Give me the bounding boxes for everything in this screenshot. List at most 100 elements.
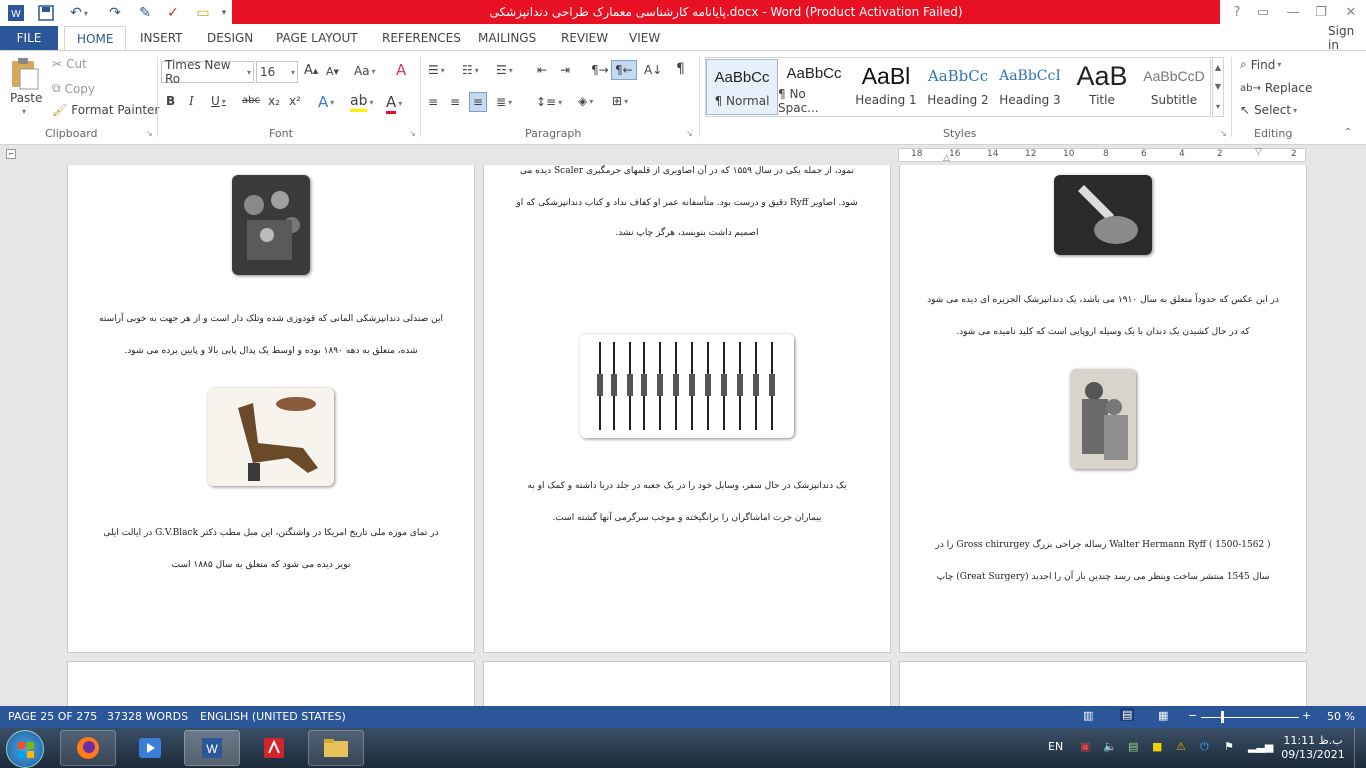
style-heading-3[interactable]: AaBbCcI Heading 3 xyxy=(994,59,1066,115)
paste-button[interactable]: Paste xyxy=(10,91,42,105)
replace-button[interactable]: ab→ Replace xyxy=(1240,81,1312,95)
style-normal[interactable]: AaBbCc ¶ Normal xyxy=(706,59,778,115)
paragraph-launcher-icon[interactable]: ↘ xyxy=(686,129,693,138)
zoom-level[interactable]: 50 % xyxy=(1327,710,1355,723)
flag-icon[interactable]: ⚑ xyxy=(1224,740,1234,753)
media-player-taskbar-button[interactable] xyxy=(122,730,178,766)
line-spacing-icon[interactable]: ↕≡ ▾ xyxy=(536,95,562,109)
tray-yellow-app-icon[interactable]: ■ xyxy=(1152,740,1162,753)
numbering-icon[interactable]: ☷ ▾ xyxy=(462,63,479,77)
edit-document-icon[interactable]: ✎ xyxy=(134,3,156,23)
collapse-ribbon-icon[interactable]: ⌃ xyxy=(1344,127,1352,138)
horizontal-ruler[interactable]: 18 16 14 12 10 8 6 4 2 2 △ ▽ xyxy=(898,147,1306,163)
web-layout-icon[interactable]: ▦ xyxy=(1158,709,1168,722)
style-title[interactable]: AaB Title xyxy=(1066,59,1138,115)
align-left-icon[interactable]: ≡ xyxy=(428,95,438,109)
word-count[interactable]: 37328 WORDS xyxy=(107,710,188,723)
minimize-button[interactable]: — xyxy=(1282,3,1304,21)
acrobat-taskbar-button[interactable] xyxy=(246,730,302,766)
align-center-icon[interactable]: ≡ xyxy=(450,95,460,109)
start-button[interactable] xyxy=(6,730,44,768)
spelling-check-icon[interactable]: ✓ xyxy=(162,3,184,23)
warning-icon[interactable]: ⚠ xyxy=(1176,740,1186,753)
page-next-right[interactable] xyxy=(899,661,1307,706)
tray-network-app-icon[interactable]: ▤ xyxy=(1128,740,1138,753)
multilevel-list-icon[interactable]: ☲ ▾ xyxy=(496,63,513,77)
cut-button[interactable]: ✂ Cut xyxy=(52,57,87,71)
select-button[interactable]: ↖ Select ▾ xyxy=(1240,103,1297,117)
copy-button[interactable]: ⧉ Copy xyxy=(52,81,95,96)
tray-app-icon[interactable]: ▣ xyxy=(1080,740,1090,753)
styles-scroll[interactable]: ▲ ▼ ▾ xyxy=(1212,57,1224,117)
paste-icon[interactable] xyxy=(8,57,42,91)
ribbon-display-options-icon[interactable]: ▭ xyxy=(1252,3,1274,21)
tab-selector-icon[interactable]: ⌐ xyxy=(6,149,16,159)
find-button[interactable]: ⌕ Find ▾ xyxy=(1240,57,1281,72)
explorer-taskbar-button[interactable] xyxy=(308,730,364,766)
change-case-button[interactable]: Aa ▾ xyxy=(354,64,376,78)
clear-formatting-icon[interactable]: A xyxy=(396,61,406,79)
bold-button[interactable]: B xyxy=(166,94,175,108)
tab-mailings[interactable]: MAILINGS xyxy=(478,26,536,50)
decrease-indent-icon[interactable]: ⇤ xyxy=(537,63,547,77)
help-button[interactable]: ? xyxy=(1226,3,1248,21)
tab-page-layout[interactable]: PAGE LAYOUT xyxy=(276,26,358,50)
right-indent-marker-icon[interactable]: ▽ xyxy=(1255,147,1262,157)
zoom-out-button[interactable]: − xyxy=(1188,709,1197,722)
input-language[interactable]: EN xyxy=(1048,740,1063,753)
shading-icon[interactable]: ◈ ▾ xyxy=(578,94,593,108)
styles-launcher-icon[interactable]: ↘ xyxy=(1220,129,1227,138)
style-no-spacing[interactable]: AaBbCc ¶ No Spac... xyxy=(778,59,850,116)
page-count[interactable]: PAGE 25 OF 275 xyxy=(8,710,97,723)
style-heading-2[interactable]: AaBbCc Heading 2 xyxy=(922,59,994,115)
language-indicator[interactable]: ENGLISH (UNITED STATES) xyxy=(200,710,346,723)
subscript-button[interactable]: x₂ xyxy=(268,94,280,108)
network-signal-icon[interactable]: ▂▃▅ xyxy=(1248,740,1273,753)
sign-in-link[interactable]: Sign in xyxy=(1328,24,1366,52)
page-next-middle[interactable] xyxy=(483,661,891,706)
text-effects-icon[interactable]: A ▾ xyxy=(318,93,334,111)
restore-button[interactable]: ❐ xyxy=(1310,3,1332,21)
show-desktop-button[interactable] xyxy=(1354,728,1366,768)
tab-file[interactable]: FILE xyxy=(0,26,58,50)
clock[interactable]: 11:11 ب.ظ 09/13/2021 xyxy=(1278,734,1348,762)
strikethrough-button[interactable]: abc xyxy=(242,95,260,106)
borders-icon[interactable]: ⊞ ▾ xyxy=(612,94,628,108)
style-subtitle[interactable]: AaBbCcD Subtitle xyxy=(1138,59,1210,115)
show-formatting-marks-icon[interactable]: ¶ xyxy=(676,61,685,77)
page-middle[interactable]: نمود، از جمله یکی در سال ۱۵۵۹ که در آن ا… xyxy=(483,165,891,653)
clipboard-launcher-icon[interactable]: ↘ xyxy=(146,129,153,138)
increase-indent-icon[interactable]: ⇥ xyxy=(560,63,570,77)
save-icon[interactable] xyxy=(36,3,56,23)
font-name-combo[interactable]: Times New Ro ▾ xyxy=(161,58,254,86)
grow-font-icon[interactable]: A ▲ xyxy=(304,63,318,78)
power-icon[interactable]: ⏻ xyxy=(1200,740,1209,754)
shrink-font-icon[interactable]: A ▼ xyxy=(326,65,339,78)
underline-button[interactable]: U ▾ xyxy=(211,94,226,108)
page-left[interactable]: این صندلی دندانپزشکی المانی که قودوزی شد… xyxy=(67,165,475,653)
bullets-icon[interactable]: ☰ ▾ xyxy=(428,63,445,77)
align-right-icon[interactable]: ≡ xyxy=(469,92,488,112)
page-right[interactable]: در این عکس که حدوداً متعلق به سال ۱۹۱۰ م… xyxy=(899,165,1307,653)
rtl-direction-icon[interactable]: ¶← xyxy=(611,60,637,80)
tab-references[interactable]: REFERENCES xyxy=(382,26,461,50)
close-button[interactable]: ✕ xyxy=(1340,3,1362,21)
superscript-button[interactable]: x² xyxy=(289,94,301,108)
page-next-left[interactable] xyxy=(67,661,475,706)
format-painter-button[interactable]: 🖌 Format Painter xyxy=(52,103,159,117)
zoom-slider[interactable] xyxy=(1201,717,1299,718)
font-launcher-icon[interactable]: ↘ xyxy=(409,129,416,138)
paste-dropdown-icon[interactable]: ▾ xyxy=(22,107,26,116)
redo-icon[interactable]: ↷ xyxy=(104,3,126,23)
font-color-icon[interactable]: A ▾ xyxy=(386,93,402,114)
read-mode-icon[interactable]: ▥ xyxy=(1083,709,1093,722)
tab-review[interactable]: REVIEW xyxy=(561,26,608,50)
ltr-direction-icon[interactable]: ¶→ xyxy=(591,63,609,77)
firefox-taskbar-button[interactable] xyxy=(60,730,116,766)
undo-icon[interactable]: ↶ ▾ xyxy=(64,3,94,23)
open-folder-icon[interactable]: ▭ xyxy=(192,3,214,23)
zoom-slider-thumb[interactable] xyxy=(1221,711,1224,723)
style-heading-1[interactable]: AaBl Heading 1 xyxy=(850,59,922,115)
volume-icon[interactable]: 🔈 xyxy=(1103,740,1117,753)
font-size-combo[interactable]: 16 ▾ xyxy=(256,61,298,83)
